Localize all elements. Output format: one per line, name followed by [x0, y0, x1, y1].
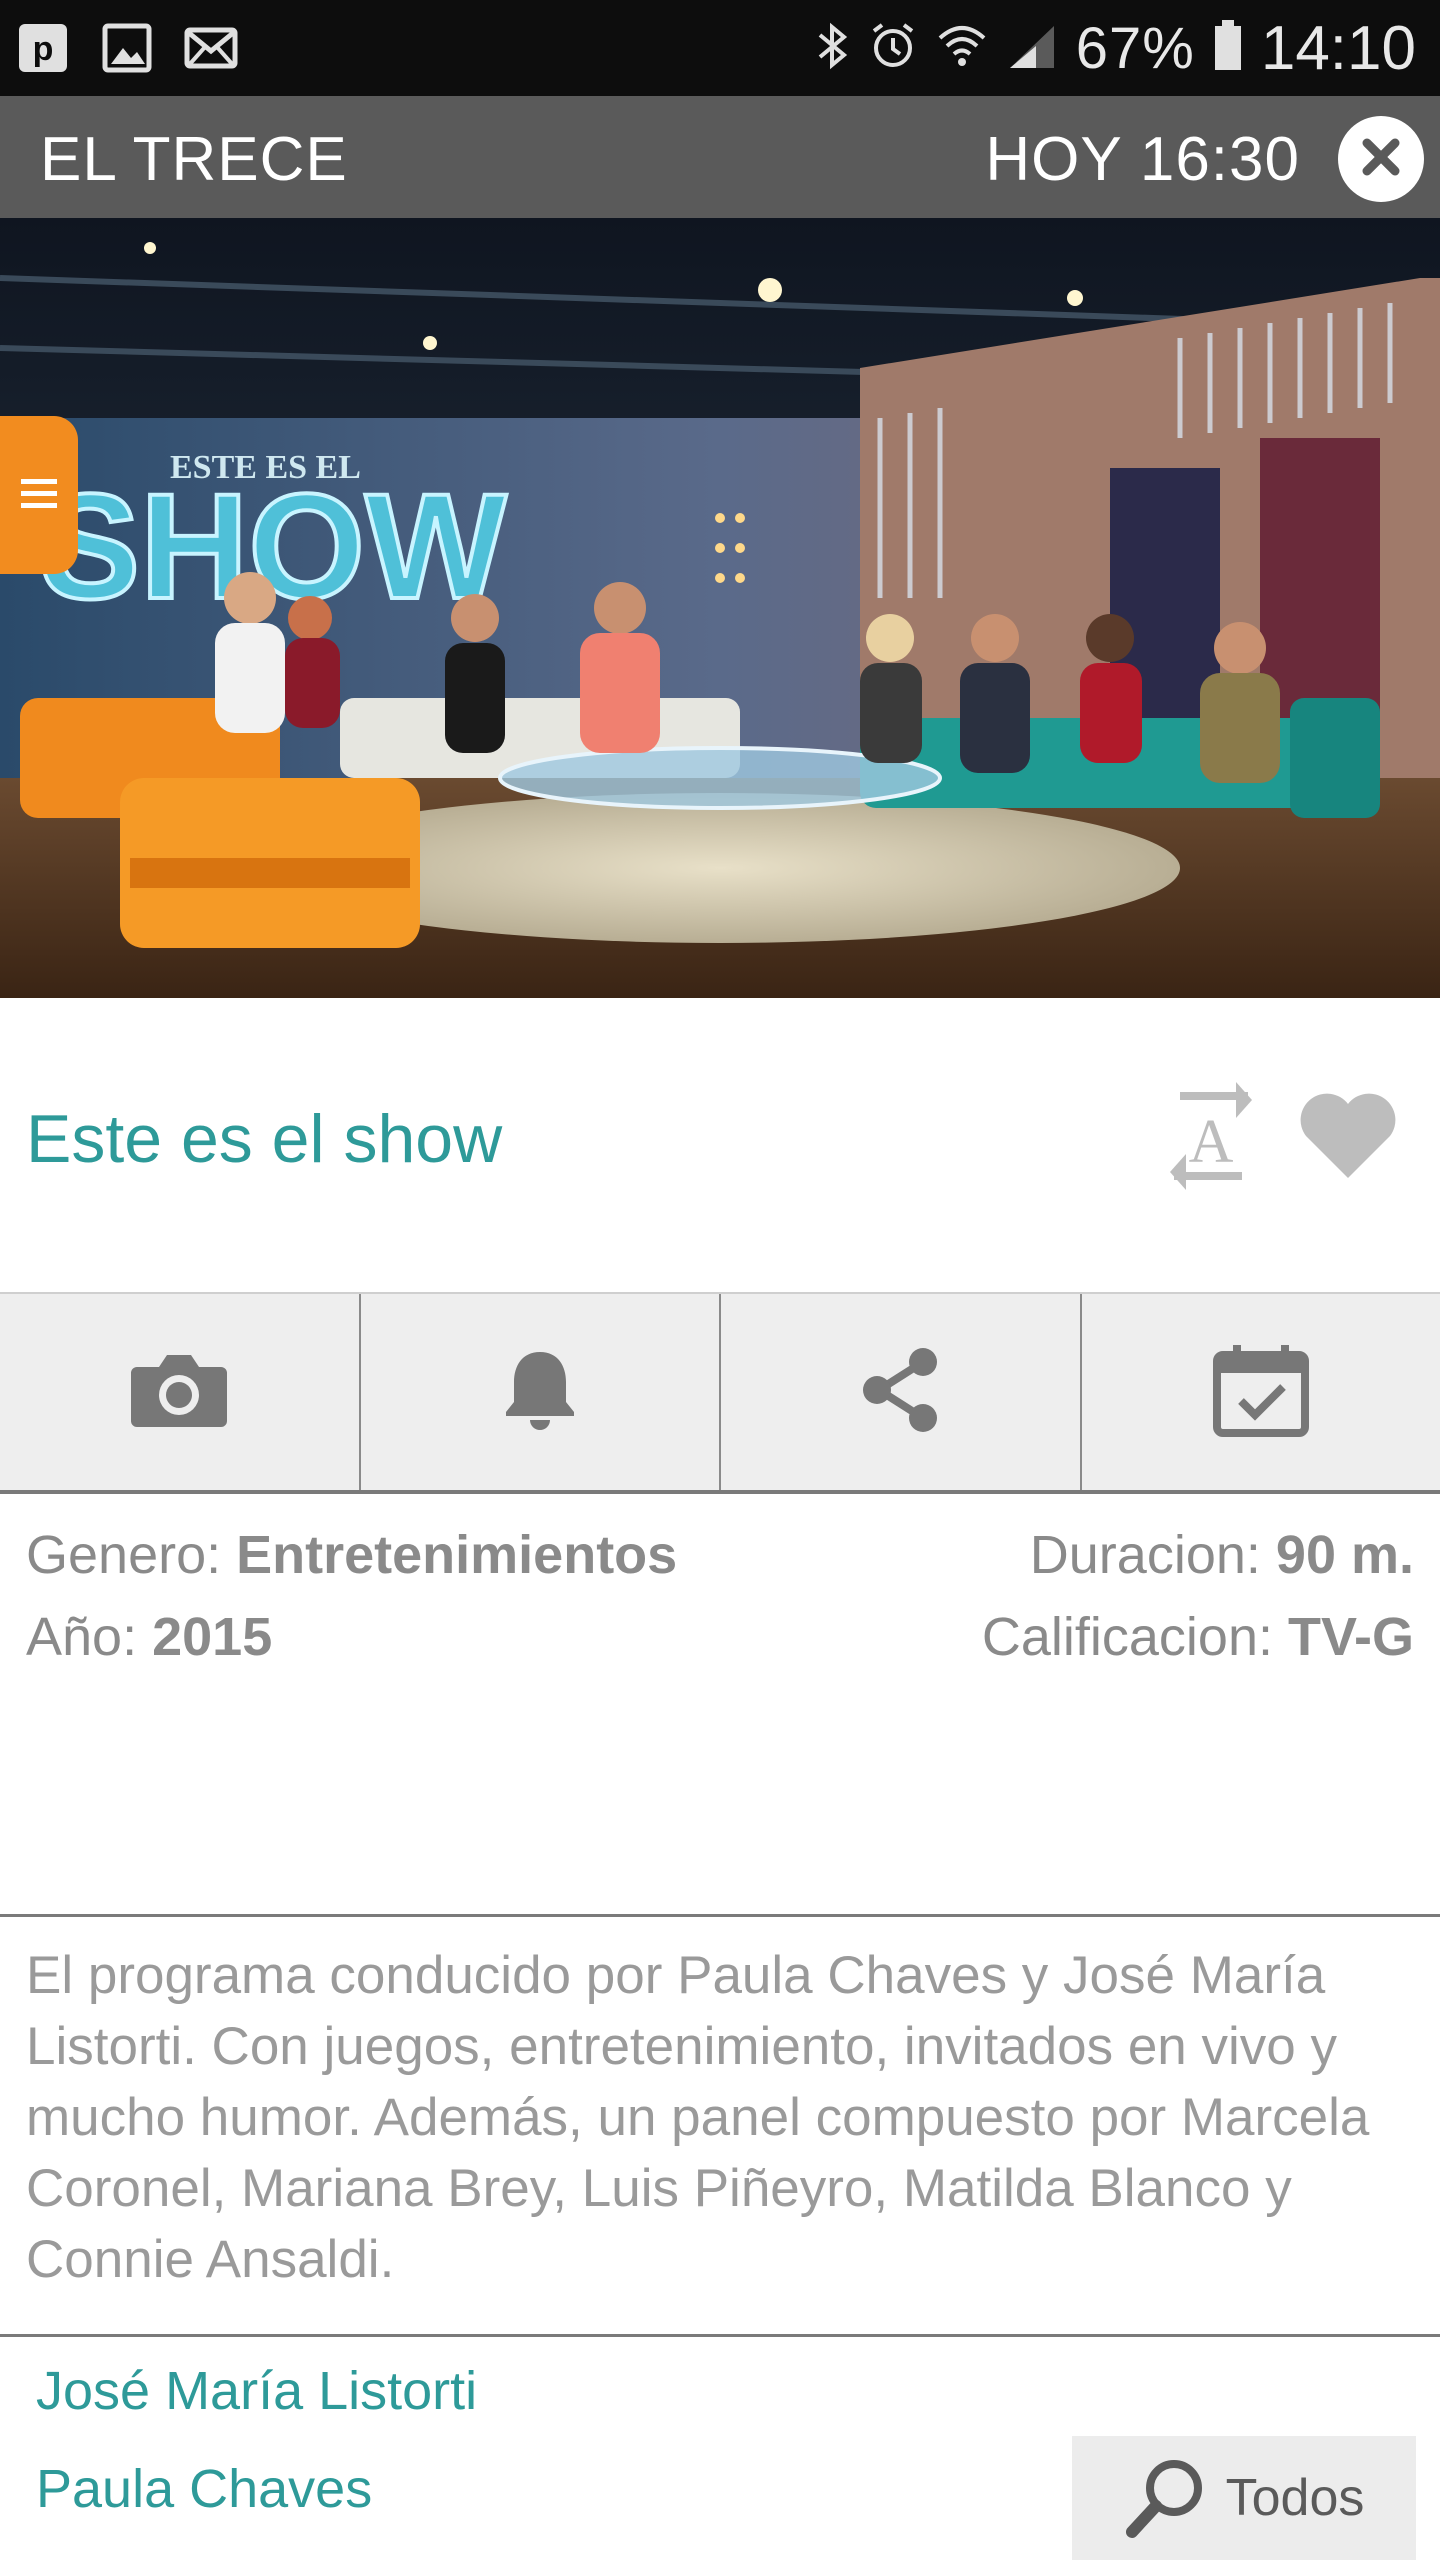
genre-row: Genero: Entretenimientos: [26, 1524, 677, 1586]
camera-icon: [129, 1351, 229, 1434]
genre-value: Entretenimientos: [236, 1525, 678, 1585]
signal-icon: [1006, 22, 1058, 75]
share-icon: [861, 1346, 939, 1439]
calendar-button[interactable]: [1082, 1294, 1440, 1490]
camera-button[interactable]: [0, 1294, 361, 1490]
wifi-icon: [936, 22, 988, 75]
translate-icon[interactable]: A: [1160, 1082, 1262, 1195]
bluetooth-icon: [816, 21, 850, 76]
mail-icon: [182, 22, 240, 74]
air-time: HOY 16:30: [985, 125, 1300, 194]
clock: 14:10: [1260, 13, 1416, 83]
image-icon: [98, 22, 156, 74]
status-bar: p 67% 14:10: [0, 0, 1440, 96]
favorite-heart-icon[interactable]: [1296, 1090, 1400, 1187]
close-button[interactable]: [1338, 116, 1424, 202]
todos-search-button[interactable]: Todos: [1072, 2436, 1416, 2560]
todos-label: Todos: [1225, 2469, 1365, 2527]
side-menu-tab[interactable]: [0, 416, 78, 574]
pinterest-icon: p: [14, 22, 72, 74]
bell-icon: [502, 1348, 578, 1437]
channel-header: EL TRECE HOY 16:30: [0, 96, 1440, 218]
duration-value: 90 m.: [1275, 1525, 1414, 1585]
duration-row: Duracion: 90 m.: [1030, 1524, 1414, 1586]
action-bar: [0, 1292, 1440, 1494]
svg-text:A: A: [1189, 1108, 1234, 1176]
battery-percent: 67%: [1075, 15, 1195, 81]
year-label: Año:: [26, 1607, 153, 1667]
channel-name: EL TRECE: [40, 125, 348, 194]
show-title: Este es el show: [26, 1101, 503, 1177]
svg-text:p: p: [33, 30, 54, 68]
duration-label: Duracion:: [1029, 1525, 1276, 1585]
show-description: El programa conducido por Paula Chaves y…: [26, 1946, 1370, 2289]
search-icon: [1124, 2454, 1208, 2543]
divider: [0, 1914, 1440, 1917]
cast-member-link[interactable]: Paula Chaves: [36, 2458, 372, 2520]
rating-value: TV-G: [1287, 1607, 1414, 1667]
cast-member-link[interactable]: José María Listorti: [36, 2360, 477, 2422]
reminder-button[interactable]: [361, 1294, 721, 1490]
calendar-check-icon: [1212, 1343, 1309, 1442]
alarm-icon: [868, 21, 918, 76]
year-row: Año: 2015: [26, 1606, 272, 1668]
share-button[interactable]: [721, 1294, 1082, 1490]
battery-icon: [1213, 19, 1243, 77]
genre-label: Genero:: [26, 1525, 237, 1585]
rating-row: Calificacion: TV-G: [982, 1606, 1414, 1668]
close-icon: [1359, 135, 1403, 184]
show-hero-image: ESTE ES EL SHOW: [0, 218, 1440, 998]
year-value: 2015: [152, 1607, 273, 1667]
rating-label: Calificacion:: [981, 1607, 1288, 1667]
menu-icon: [19, 473, 59, 518]
divider: [0, 2334, 1440, 2337]
